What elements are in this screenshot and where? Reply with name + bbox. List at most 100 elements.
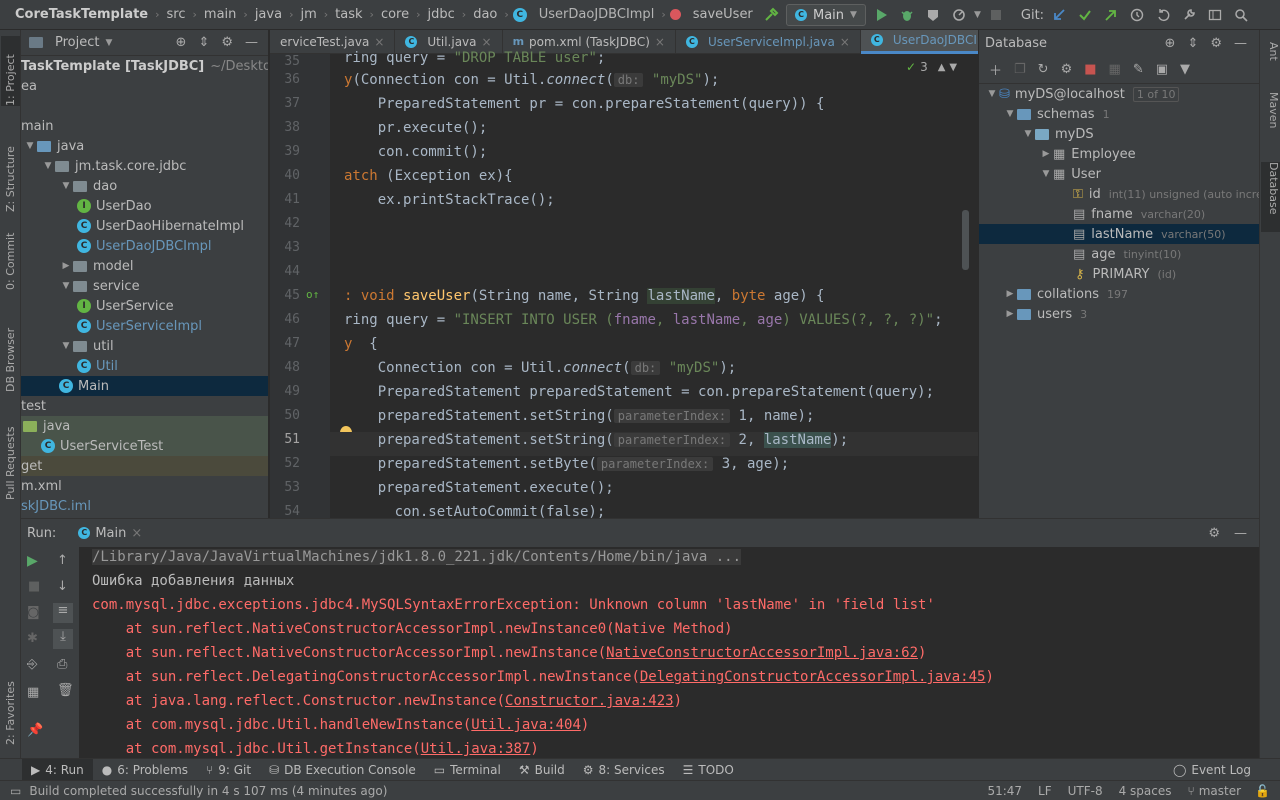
history-icon[interactable] bbox=[1126, 4, 1148, 26]
stop-icon[interactable] bbox=[985, 4, 1007, 26]
db-column-fname[interactable]: ▤ fname varchar(20) bbox=[979, 204, 1259, 224]
git-update-icon[interactable] bbox=[1048, 4, 1070, 26]
tool-tab-maven[interactable]: Maven bbox=[1261, 92, 1280, 152]
breadcrumb-src[interactable]: src bbox=[164, 7, 189, 22]
db-column-id[interactable]: ⚿ id int(11) unsigned (auto incre bbox=[979, 184, 1259, 204]
properties-icon[interactable]: ⚙ bbox=[1061, 62, 1073, 77]
edit-icon[interactable]: ✎ bbox=[1133, 62, 1144, 77]
breadcrumb-task[interactable]: task bbox=[332, 7, 365, 22]
tool-button-build[interactable]: ⚒ Build bbox=[510, 759, 574, 781]
tree-item-userservice[interactable]: I UserService bbox=[21, 296, 268, 316]
camera-icon[interactable]: ◙ bbox=[27, 605, 40, 620]
stop-icon[interactable]: ■ bbox=[28, 579, 40, 594]
stacktrace-link[interactable]: Util.java:387 bbox=[421, 741, 531, 757]
db-schemas[interactable]: ▼ schemas 1 bbox=[979, 104, 1259, 124]
status-branch[interactable]: master bbox=[1199, 784, 1241, 798]
status-message[interactable]: Build completed successfully in 4 s 107 … bbox=[29, 784, 387, 798]
tool-tab-project[interactable]: 1: Project bbox=[1, 36, 20, 106]
db-column-age[interactable]: ▤ age tinyint(10) bbox=[979, 244, 1259, 264]
tree-item-userservicetest[interactable]: C UserServiceTest bbox=[21, 436, 268, 456]
override-gutter-icon[interactable]: o↑ bbox=[306, 288, 319, 301]
tool-button-terminal[interactable]: ▭ Terminal bbox=[425, 759, 510, 781]
status-caret-position[interactable]: 51:47 bbox=[987, 784, 1022, 798]
db-table-user[interactable]: ▼ ▦ User bbox=[979, 164, 1259, 184]
copy-icon[interactable]: ❐ bbox=[1014, 62, 1026, 77]
exit-icon[interactable]: ⎆ bbox=[27, 657, 37, 672]
tree-item-userdao[interactable]: I UserDao bbox=[21, 196, 268, 216]
tree-item-java[interactable]: ▼ java bbox=[21, 136, 268, 156]
rollback-icon[interactable] bbox=[1152, 4, 1174, 26]
minimize-icon[interactable]: — bbox=[1234, 36, 1247, 51]
collapse-icon[interactable]: ⇕ bbox=[1187, 36, 1198, 51]
tree-item-target[interactable]: get bbox=[21, 456, 268, 476]
collapse-icon[interactable]: ⇕ bbox=[198, 35, 209, 50]
run-icon[interactable] bbox=[870, 4, 892, 26]
tool-button-git[interactable]: ⑂ 9: Git bbox=[197, 759, 260, 781]
db-datasource[interactable]: ▼ ⛁ myDS@localhost 1 of 10 bbox=[979, 84, 1259, 104]
console-icon[interactable]: ▣ bbox=[1156, 62, 1168, 77]
tool-tab-database[interactable]: Database bbox=[1261, 162, 1280, 232]
chevron-down-icon[interactable]: ▼ bbox=[105, 38, 112, 48]
build-hammer-icon[interactable] bbox=[760, 4, 782, 26]
db-collations[interactable]: ▶ collations 197 bbox=[979, 284, 1259, 304]
tool-button-event-log[interactable]: ◯ Event Log bbox=[1164, 759, 1260, 781]
tree-root[interactable]: TaskTemplate [TaskJDBC] ~/Desktop/pr bbox=[21, 56, 268, 76]
db-users[interactable]: ▶ users 3 bbox=[979, 304, 1259, 324]
tool-tab-pull-requests[interactable]: Pull Requests bbox=[1, 405, 20, 500]
breadcrumb-method[interactable]: saveUser bbox=[690, 7, 756, 22]
soft-wrap-icon[interactable]: ≡ bbox=[53, 603, 73, 623]
layout-icon[interactable]: ▦ bbox=[27, 685, 39, 700]
print-icon[interactable]: ⎙ bbox=[57, 657, 67, 672]
tree-item-test[interactable]: test bbox=[21, 396, 268, 416]
git-commit-icon[interactable] bbox=[1074, 4, 1096, 26]
filter-icon[interactable]: ▼ bbox=[1180, 62, 1190, 77]
chevron-down-icon[interactable]: ▼ bbox=[974, 10, 981, 20]
minimize-icon[interactable]: — bbox=[245, 35, 258, 50]
tab-userdaojdbcimpl[interactable]: CUserDaoJDBCImpl.java× bbox=[860, 30, 978, 54]
breadcrumb-jm[interactable]: jm bbox=[297, 7, 319, 22]
search-icon[interactable] bbox=[1230, 4, 1252, 26]
status-line-separator[interactable]: LF bbox=[1038, 784, 1052, 798]
tool-button-services[interactable]: ⚙ 8: Services bbox=[574, 759, 674, 781]
settings-icon[interactable]: ✱ bbox=[27, 631, 38, 646]
tool-button-db-console[interactable]: ⛁ DB Execution Console bbox=[260, 759, 425, 781]
tool-tab-structure[interactable]: Z: Structure bbox=[1, 122, 20, 212]
status-toggle-icon[interactable]: ▭ bbox=[10, 784, 21, 798]
breadcrumb-project[interactable]: CoreTaskTemplate bbox=[12, 7, 151, 22]
tree-item-service[interactable]: ▼ service bbox=[21, 276, 268, 296]
breadcrumb-dao[interactable]: dao bbox=[470, 7, 500, 22]
tree-item-package[interactable]: ▼ jm.task.core.jdbc bbox=[21, 156, 268, 176]
close-icon[interactable]: × bbox=[655, 35, 665, 49]
stacktrace-link[interactable]: DelegatingConstructorAccessorImpl.java:4… bbox=[640, 669, 986, 685]
db-index-primary[interactable]: ⚷ PRIMARY (id) bbox=[979, 264, 1259, 284]
tree-item-util[interactable]: ▼ util bbox=[21, 336, 268, 356]
datasource-counter[interactable]: 1 of 10 bbox=[1132, 86, 1180, 102]
scroll-down-icon[interactable]: ↓ bbox=[57, 579, 68, 594]
tree-item-dao[interactable]: ▼ dao bbox=[21, 176, 268, 196]
status-encoding[interactable]: UTF-8 bbox=[1068, 784, 1103, 798]
tool-tab-favorites[interactable]: 2: Favorites bbox=[1, 670, 20, 745]
tree-item-userserviceimpl[interactable]: C UserServiceImpl bbox=[21, 316, 268, 336]
debug-icon[interactable] bbox=[896, 4, 918, 26]
breadcrumb-main[interactable]: main bbox=[201, 7, 239, 22]
tree-item-util-class[interactable]: C Util bbox=[21, 356, 268, 376]
tree-item-userdaohibernateimpl[interactable]: C UserDaoHibernateImpl bbox=[21, 216, 268, 236]
profile-icon[interactable] bbox=[948, 4, 970, 26]
breadcrumb-core[interactable]: core bbox=[378, 7, 412, 22]
refresh-icon[interactable]: ↻ bbox=[1038, 62, 1049, 77]
tool-tab-db-browser[interactable]: DB Browser bbox=[1, 312, 20, 392]
editor-scrollbar[interactable] bbox=[962, 210, 969, 270]
pin-icon[interactable]: 📌 bbox=[27, 723, 43, 738]
gear-icon[interactable]: ⚙ bbox=[221, 35, 233, 50]
add-icon[interactable]: ＋ bbox=[989, 60, 1002, 79]
close-icon[interactable]: × bbox=[131, 526, 142, 541]
tree-item-src[interactable] bbox=[21, 96, 268, 116]
tool-tab-ant[interactable]: Ant bbox=[1261, 42, 1280, 82]
layout-icon[interactable] bbox=[1204, 4, 1226, 26]
tool-button-todo[interactable]: ☰ TODO bbox=[674, 759, 743, 781]
rerun-icon[interactable]: ▶ bbox=[27, 553, 38, 569]
chevron-up-icon[interactable]: ▲ bbox=[938, 62, 946, 73]
table-icon[interactable]: ▦ bbox=[1109, 62, 1121, 77]
breadcrumb-jdbc[interactable]: jdbc bbox=[425, 7, 458, 22]
stop-icon[interactable]: ■ bbox=[1084, 62, 1096, 77]
